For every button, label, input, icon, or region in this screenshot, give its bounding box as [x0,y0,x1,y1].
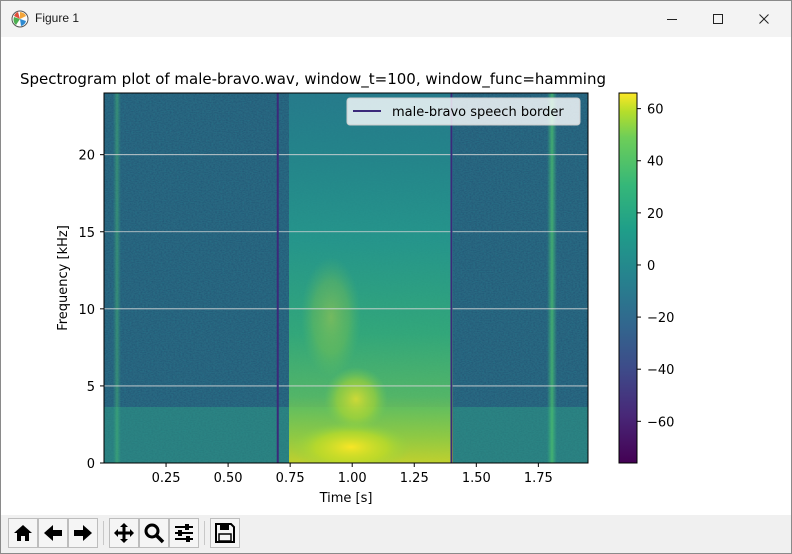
y-tick-label: 0 [87,457,95,472]
pan-button[interactable] [109,518,139,548]
save-icon [215,523,235,543]
colorbar-tick-label: 20 [647,207,664,222]
minimize-button[interactable] [649,1,695,37]
x-tick-label: 1.50 [462,471,491,486]
back-button[interactable] [38,518,68,548]
matplotlib-logo-icon [11,10,29,28]
maximize-button[interactable] [695,1,741,37]
x-tick-label: 0.75 [276,471,305,486]
colorbar-ticks: 60 40 20 0 −20 −40 −60 [637,103,674,430]
x-tick-label: 1.00 [338,471,367,486]
click-artifact-stripe [547,93,557,463]
pan-icon [114,523,134,543]
spectrogram-image [104,93,588,463]
y-axis-ticks: 0 5 10 15 20 [78,149,104,472]
colorbar-tick-label: 60 [647,103,664,118]
figure-window: Figure 1 Spectrogram plot of male-bravo.… [0,0,792,554]
y-tick-label: 20 [78,149,95,164]
y-axis-label: Frequency [kHz] [56,225,71,331]
window-title: Figure 1 [35,11,80,25]
x-tick-label: 0.25 [152,471,181,486]
colorbar-gradient [618,92,638,464]
zoom-icon [144,523,165,544]
onset-artifact-stripe [113,93,121,463]
x-tick-label: 1.25 [400,471,429,486]
colorbar-tick-label: −60 [647,415,674,430]
figure-canvas[interactable]: Spectrogram plot of male-bravo.wav, wind… [1,37,791,515]
legend: male-bravo speech border [346,97,581,126]
colorbar: 60 40 20 0 −20 −40 −60 [618,92,674,464]
forward-button[interactable] [68,518,98,548]
x-axis-label: Time [s] [319,491,373,506]
maximize-icon [713,14,723,24]
y-tick-label: 5 [87,380,95,395]
toolbar-separator [204,521,205,545]
home-icon [14,525,32,541]
colorbar-tick-label: 0 [647,259,655,274]
zoom-button[interactable] [139,518,169,548]
colorbar-tick-label: −20 [647,311,674,326]
navigation-toolbar [1,515,791,553]
colorbar-tick-label: −40 [647,363,674,378]
forward-arrow-icon [74,525,92,541]
save-button[interactable] [210,518,240,548]
close-icon [759,14,769,24]
toolbar-separator [103,521,104,545]
configure-subplots-button[interactable] [169,518,199,548]
back-arrow-icon [44,525,62,541]
x-tick-label: 0.50 [214,471,243,486]
minimize-icon [667,19,677,20]
legend-entry-speech-border: male-bravo speech border [392,105,564,120]
chart-title: Spectrogram plot of male-bravo.wav, wind… [20,70,606,89]
x-tick-label: 1.75 [524,471,553,486]
home-button[interactable] [8,518,38,548]
y-tick-label: 15 [78,226,95,241]
title-bar[interactable]: Figure 1 [1,1,791,37]
x-axis-ticks: 0.25 0.50 0.75 1.00 1.25 1.50 1.75 [152,463,553,486]
y-tick-label: 10 [78,303,95,318]
close-button[interactable] [741,1,787,37]
colorbar-tick-label: 40 [647,155,664,170]
configure-subplots-icon [175,524,193,542]
spectrogram-chart[interactable]: Spectrogram plot of male-bravo.wav, wind… [1,37,791,515]
formant-high [301,257,361,377]
